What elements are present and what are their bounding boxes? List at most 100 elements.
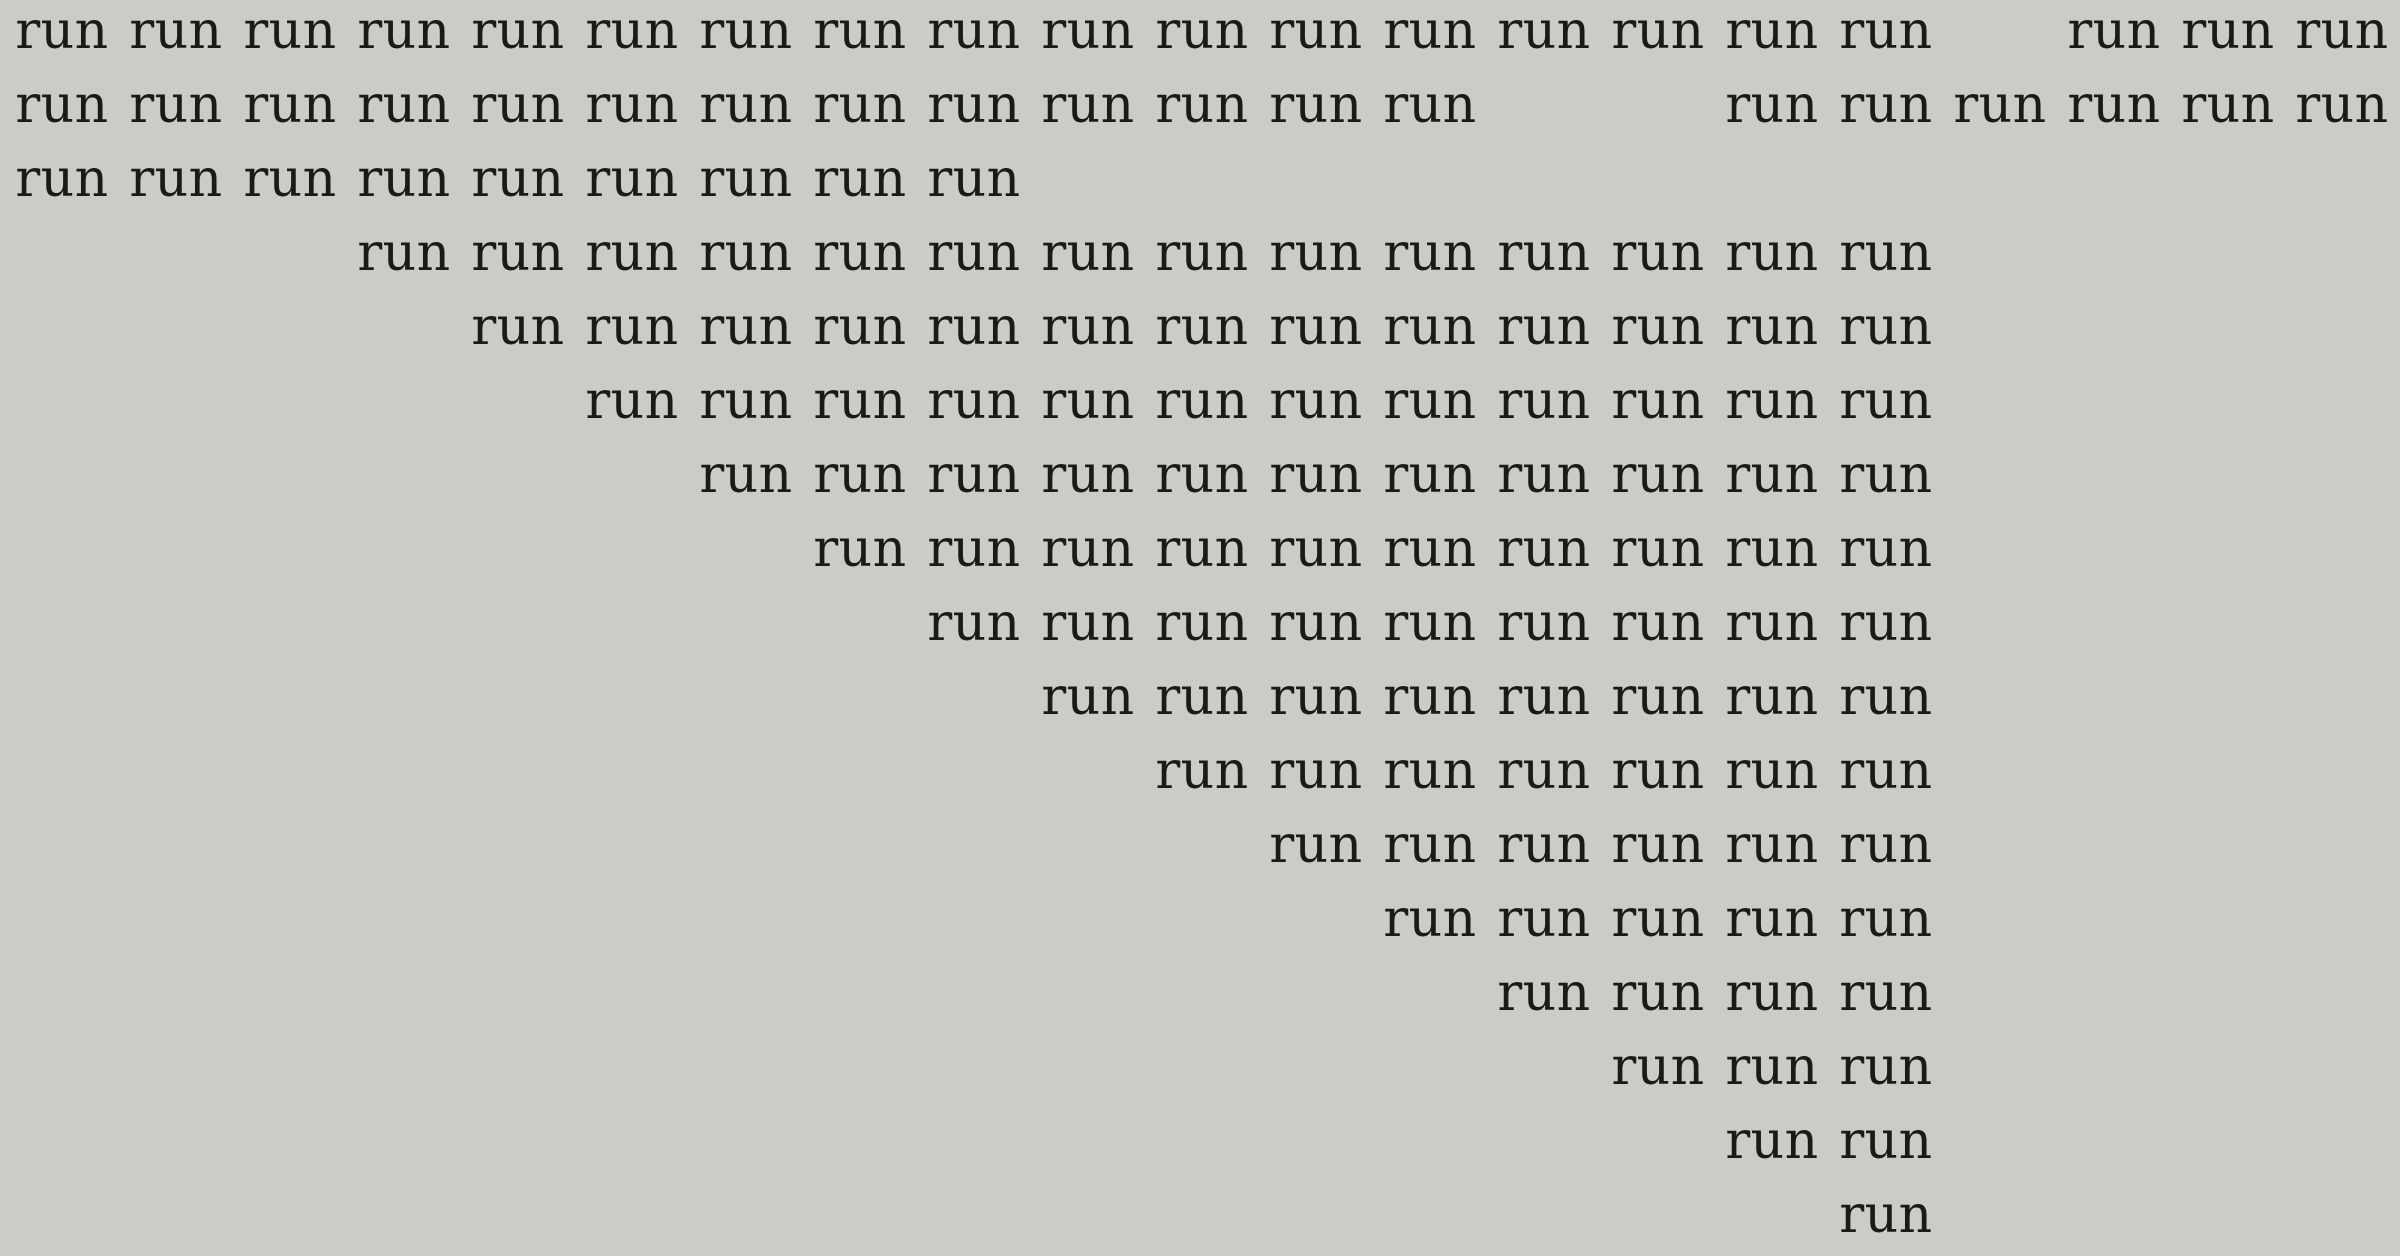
word-run: run	[927, 223, 1021, 283]
word-run: run	[1155, 75, 1249, 135]
word-run: run	[129, 75, 223, 135]
word-run: run	[1725, 223, 1819, 283]
line-9: run run run run run run run run run	[0, 586, 2400, 660]
word-run: run	[699, 445, 793, 505]
word-run: run	[585, 371, 679, 431]
word-run: run	[1839, 1185, 1933, 1245]
word-run: run	[357, 1, 451, 61]
word-run: run	[1383, 815, 1477, 875]
word-run: run	[1497, 445, 1591, 505]
word-run: run	[1155, 371, 1249, 431]
word-run: run	[1041, 667, 1135, 727]
line-3: run run run run run run run run run	[0, 142, 2400, 216]
word-run: run	[1839, 593, 1933, 653]
word-run: run	[1041, 371, 1135, 431]
line-13: run run run run run	[0, 882, 2400, 956]
word-run: run	[1155, 223, 1249, 283]
word-run: run	[1497, 667, 1591, 727]
word-run: run	[585, 297, 679, 357]
word-run: run	[1497, 593, 1591, 653]
word-run: run	[471, 223, 565, 283]
line-6: run run run run run run run run run run run run	[0, 364, 2400, 438]
word-run: run	[1155, 667, 1249, 727]
word-run: run	[243, 75, 337, 135]
word-run: run	[1497, 963, 1591, 1023]
word-run: run	[699, 1, 793, 61]
word-run: run	[585, 149, 679, 209]
word-run: run	[1725, 593, 1819, 653]
word-run: run	[1383, 297, 1477, 357]
word-run: run	[1383, 519, 1477, 579]
word-run: run	[1725, 1037, 1819, 1097]
word-run: run	[1383, 223, 1477, 283]
word-run: run	[1725, 519, 1819, 579]
line-8: run run run run run run run run run run	[0, 512, 2400, 586]
word-run: run	[1839, 297, 1933, 357]
word-run: run	[2295, 1, 2389, 61]
word-run: run	[1383, 889, 1477, 949]
word-run: run	[927, 149, 1021, 209]
word-run: run	[1155, 297, 1249, 357]
word-run: run	[1611, 371, 1705, 431]
word-run: run	[1155, 445, 1249, 505]
line-4: run run run run run run run run run run run run run r…	[0, 216, 2400, 290]
word-run: run	[1953, 75, 2047, 135]
word-run: run	[1839, 815, 1933, 875]
word-run: run	[1611, 445, 1705, 505]
word-run: run	[1725, 741, 1819, 801]
word-run: run	[927, 519, 1021, 579]
word-run: run	[1269, 223, 1363, 283]
word-run: run	[1725, 75, 1819, 135]
line-16: run run	[0, 1104, 2400, 1178]
word-run: run	[1839, 889, 1933, 949]
word-run: run	[813, 445, 907, 505]
word-run: run	[1839, 75, 1933, 135]
word-run: run	[1269, 519, 1363, 579]
word-run: run	[15, 75, 109, 135]
word-run: run	[1041, 223, 1135, 283]
word-run: run	[1839, 445, 1933, 505]
word-run: run	[1041, 519, 1135, 579]
word-run: run	[471, 1, 565, 61]
word-run: run	[1611, 741, 1705, 801]
word-run: run	[1839, 223, 1933, 283]
word-run: run	[471, 297, 565, 357]
word-run: run	[1611, 963, 1705, 1023]
word-run: run	[1497, 889, 1591, 949]
word-run: run	[1725, 297, 1819, 357]
word-run: run	[1611, 1, 1705, 61]
word-run: run	[1269, 297, 1363, 357]
word-run: run	[243, 149, 337, 209]
word-run: run	[1155, 519, 1249, 579]
word-run: run	[813, 149, 907, 209]
word-run: run	[813, 519, 907, 579]
word-run: run	[1839, 371, 1933, 431]
word-run: run	[699, 371, 793, 431]
line-15: run run run	[0, 1030, 2400, 1104]
word-run: run	[1383, 371, 1477, 431]
word-run: run	[927, 593, 1021, 653]
word-run: run	[585, 75, 679, 135]
word-run: run	[1041, 75, 1135, 135]
word-run: run	[1839, 963, 1933, 1023]
word-run: run	[129, 149, 223, 209]
word-run: run	[1383, 75, 1477, 135]
word-run: run	[699, 75, 793, 135]
line-11: run run run run run run run	[0, 734, 2400, 808]
word-run: run	[813, 1, 907, 61]
word-run: run	[1611, 297, 1705, 357]
word-run: run	[1497, 297, 1591, 357]
line-5: run run run run run run run run run run run run run	[0, 290, 2400, 364]
line-1: run run run run run run run run run run run run run r…	[0, 0, 2400, 68]
word-run: run	[813, 223, 907, 283]
word-run: run	[813, 297, 907, 357]
word-run: run	[1269, 371, 1363, 431]
word-run: run	[357, 223, 451, 283]
word-run: run	[1725, 371, 1819, 431]
word-run: run	[1269, 815, 1363, 875]
word-run: run	[1497, 519, 1591, 579]
line-2: run run run run run run run run run run run run run r…	[0, 68, 2400, 142]
word-run: run	[927, 1, 1021, 61]
word-run: run	[1725, 815, 1819, 875]
line-7: run run run run run run run run run run run	[0, 438, 2400, 512]
